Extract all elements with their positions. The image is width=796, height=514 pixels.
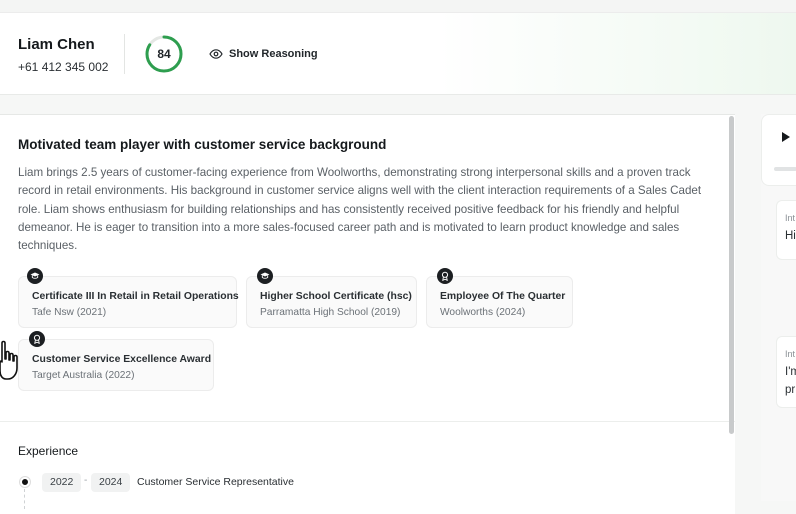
badge-title: Employee Of The Quarter <box>440 291 566 302</box>
badge-title: Customer Service Excellence Award <box>32 354 212 365</box>
badge-subtitle: Woolworths (2024) <box>440 307 526 318</box>
audio-progress-bar[interactable] <box>774 167 796 171</box>
top-strip <box>0 0 796 13</box>
hand-cursor-icon <box>0 340 18 380</box>
experience-end-year: 2024 <box>91 473 131 492</box>
experience-title: Experience <box>18 444 79 458</box>
message-speaker: Int <box>785 213 796 223</box>
section-divider <box>0 421 735 422</box>
badge-subtitle: Tafe Nsw (2021) <box>32 307 107 318</box>
candidate-phone: +61 412 345 002 <box>18 60 109 74</box>
audio-player <box>761 114 796 186</box>
header-divider <box>124 34 125 74</box>
message-speaker: Int <box>785 349 796 359</box>
play-icon[interactable] <box>782 132 790 142</box>
summary-title: Motivated team player with customer serv… <box>18 137 387 152</box>
message-text: Hi <box>785 230 796 242</box>
show-reasoning-label: Show Reasoning <box>229 48 318 60</box>
award-icon <box>437 268 453 284</box>
score-value: 84 <box>157 47 171 61</box>
eye-icon <box>209 49 223 59</box>
experience-start-year: 2022 <box>42 473 82 492</box>
experience-role: Customer Service Representative <box>137 476 294 488</box>
transcript-message: Int I'm pr <box>776 336 796 408</box>
timeline-dot <box>20 477 30 487</box>
candidate-summary-card: Motivated team player with customer serv… <box>0 114 735 514</box>
badge-title: Higher School Certificate (hsc) <box>260 291 412 302</box>
qualification-badge: Certificate III In Retail in Retail Oper… <box>18 268 239 328</box>
transcript-message: Int Hi <box>776 200 796 260</box>
award-badge: Customer Service Excellence Award Target… <box>18 331 214 391</box>
summary-body: Liam brings 2.5 years of customer-facing… <box>18 166 702 253</box>
graduation-cap-icon <box>257 268 273 284</box>
scrollbar-thumb[interactable] <box>729 116 734 434</box>
award-icon <box>29 331 45 347</box>
timeline-line <box>24 489 25 509</box>
message-text: pr <box>785 384 796 396</box>
graduation-cap-icon <box>27 268 43 284</box>
qualification-badge: Higher School Certificate (hsc) Parramat… <box>246 268 417 328</box>
candidate-header: Liam Chen +61 412 345 002 84 Show Reason… <box>0 13 796 95</box>
badge-subtitle: Target Australia (2022) <box>32 370 135 381</box>
badge-subtitle: Parramatta High School (2019) <box>260 307 401 318</box>
year-separator: - <box>84 475 88 486</box>
message-text: I'm <box>785 366 796 378</box>
award-badge: Employee Of The Quarter Woolworths (2024… <box>426 268 573 328</box>
show-reasoning-button[interactable]: Show Reasoning <box>209 46 318 62</box>
candidate-name: Liam Chen <box>18 36 95 53</box>
badge-title: Certificate III In Retail in Retail Oper… <box>32 291 239 302</box>
